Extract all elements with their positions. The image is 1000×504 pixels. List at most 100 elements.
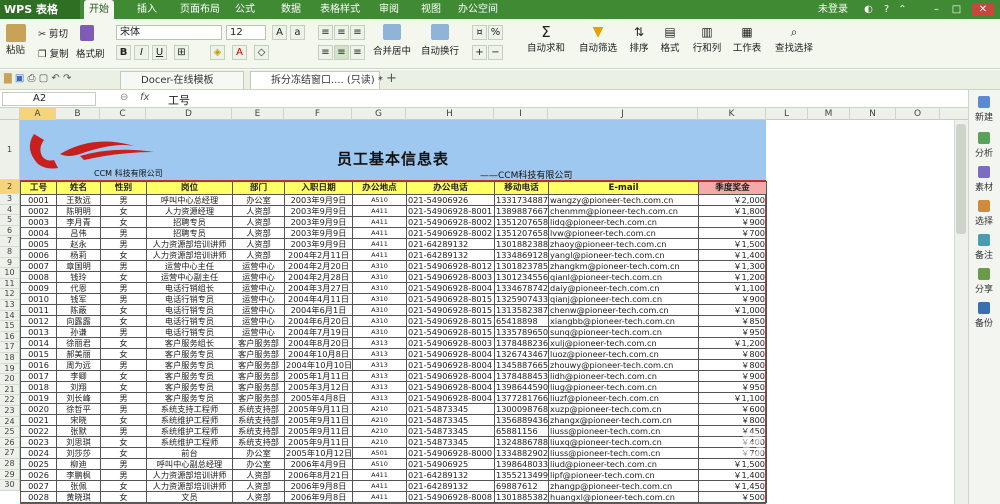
table-cell[interactable]: 徐哲平 (56, 403, 101, 415)
bold-icon[interactable]: B (116, 45, 131, 60)
table-cell[interactable]: 男 (100, 403, 147, 415)
table-cell[interactable]: xiangbb@pioneer-tech.com.cn (548, 315, 699, 327)
table-cell[interactable]: 运营中心 (232, 326, 285, 338)
table-cell[interactable]: 女 (100, 491, 147, 503)
table-cell[interactable]: 刘莎莎 (56, 447, 101, 459)
table-cell[interactable]: 13568894365 (494, 414, 549, 426)
table-cell[interactable]: 黄晓琪 (56, 491, 101, 503)
table-cell[interactable]: 021-54906925 (406, 458, 495, 470)
row-header-12[interactable]: 12 (0, 289, 20, 300)
table-cell[interactable]: 021-54906928-8000 (406, 447, 495, 459)
undo-icon[interactable]: ↶ (51, 73, 59, 84)
align-right-icon[interactable]: ≡ (350, 45, 365, 60)
table-cell[interactable]: 13986480332 (494, 458, 549, 470)
table-cell[interactable]: ￥950 (698, 326, 767, 338)
column-header-C[interactable]: C (100, 108, 146, 120)
table-cell[interactable]: 0017 (20, 370, 57, 382)
table-cell[interactable]: 系统维护工程师 (146, 414, 233, 426)
rows-columns-button[interactable]: ▥ 行和列 (690, 24, 724, 54)
table-cell[interactable]: ￥900 (698, 216, 767, 228)
table-cell[interactable]: A501 (352, 447, 407, 459)
table-cell[interactable]: 0019 (20, 392, 57, 404)
table-cell[interactable]: 运营中心 (232, 282, 285, 294)
table-cell[interactable]: A310 (352, 282, 407, 294)
table-cell[interactable]: 0011 (20, 304, 57, 316)
table-cell[interactable]: 文员 (146, 491, 233, 503)
table-cell[interactable]: 电话行销组长 (146, 282, 233, 294)
table-cell[interactable]: 系统支持部 (232, 403, 285, 415)
font-family-select[interactable]: 宋体 (116, 25, 222, 40)
table-cell[interactable]: 0021 (20, 414, 57, 426)
table-cell[interactable]: 钱玲 (56, 271, 101, 283)
table-cell[interactable]: 0025 (20, 458, 57, 470)
table-cell[interactable]: 021-64289132 (406, 238, 495, 250)
table-cell[interactable]: A310 (352, 260, 407, 272)
table-cell[interactable]: 人资部 (232, 205, 285, 217)
menu-tab-6[interactable]: 审阅 (374, 0, 404, 19)
table-cell[interactable]: 13259074338 (494, 293, 549, 305)
table-cell[interactable]: ￥1,450 (698, 480, 767, 492)
table-cell[interactable]: A210 (352, 425, 407, 437)
redo-icon[interactable]: ↷ (63, 73, 71, 84)
font-color-icon[interactable]: A (232, 45, 247, 60)
table-cell[interactable]: ￥600 (698, 403, 767, 415)
wps-app-menu-button[interactable]: WPS 表格 (0, 0, 80, 19)
table-cell[interactable]: 021-54906928-8008 (406, 491, 495, 503)
table-cell[interactable]: 13012345568 (494, 271, 549, 283)
column-title-3[interactable]: 岗位 (146, 181, 233, 195)
table-cell[interactable]: 13784882366 (494, 337, 549, 349)
table-cell[interactable]: 李卿 (56, 370, 101, 382)
table-cell[interactable]: 呼叫中心副总经理 (146, 458, 233, 470)
table-cell[interactable]: ￥800 (698, 359, 767, 371)
border-icon[interactable]: ⊞ (174, 45, 189, 60)
column-header-O[interactable]: O (896, 108, 940, 120)
table-cell[interactable]: 女 (100, 216, 147, 228)
menu-tab-7[interactable]: 视图 (416, 0, 446, 19)
preview-icon[interactable]: ▢ (39, 73, 48, 84)
table-cell[interactable]: 2005年9月11日 (284, 414, 353, 426)
table-cell[interactable]: A210 (352, 403, 407, 415)
sidebar-item-3[interactable]: 选择 (970, 200, 998, 227)
table-cell[interactable]: 系统支持部 (232, 436, 285, 448)
name-box[interactable]: A2 (2, 92, 96, 106)
table-cell[interactable]: zhaoy@pioneer-tech.com.cn (548, 238, 699, 250)
table-cell[interactable]: 2006年8月21日 (284, 469, 353, 481)
table-cell[interactable]: 0026 (20, 469, 57, 481)
table-cell[interactable]: ￥1,200 (698, 337, 767, 349)
table-cell[interactable]: 021-54906928-8004 (406, 359, 495, 371)
table-cell[interactable]: 女 (100, 447, 147, 459)
table-cell[interactable]: daiy@pioneer-tech.com.cn (548, 282, 699, 294)
table-cell[interactable]: 13898876678 (494, 205, 549, 217)
column-title-9[interactable]: E-mail (548, 181, 699, 195)
column-header-A[interactable]: A (20, 108, 56, 120)
table-cell[interactable]: 客户服务部 (232, 348, 285, 360)
table-cell[interactable]: 向露露 (56, 315, 101, 327)
table-cell[interactable]: ￥700 (698, 227, 767, 239)
table-cell[interactable]: A313 (352, 381, 407, 393)
table-cell[interactable]: ￥1,500 (698, 238, 767, 250)
percent-icon[interactable]: % (488, 25, 503, 40)
table-cell[interactable]: 021-54906928-8002 (406, 216, 495, 228)
table-cell[interactable]: 2004年7月19日 (284, 326, 353, 338)
table-cell[interactable]: A313 (352, 337, 407, 349)
print-icon[interactable]: ⎙ (28, 73, 36, 84)
table-cell[interactable]: 021-54906928-8004 (406, 348, 495, 360)
zoom-icon[interactable]: ⊖ (120, 92, 128, 103)
table-cell[interactable]: 2006年9月8日 (284, 480, 353, 492)
table-cell[interactable]: 代恩 (56, 282, 101, 294)
autofilter-button[interactable]: ▼ 自动筛选 (576, 24, 620, 54)
table-cell[interactable]: 女 (100, 315, 147, 327)
table-cell[interactable]: 女 (100, 381, 147, 393)
menu-tab-2[interactable]: 页面布局 (178, 0, 222, 19)
table-cell[interactable]: 客户服务部 (232, 359, 285, 371)
table-cell[interactable]: 2005年4月8日 (284, 392, 353, 404)
column-title-5[interactable]: 入职日期 (284, 181, 353, 195)
skin-icon[interactable]: ◐ (862, 3, 875, 16)
table-cell[interactable]: A210 (352, 414, 407, 426)
table-cell[interactable]: 客户服务专员 (146, 370, 233, 382)
table-cell[interactable]: xuzp@pioneer-tech.com.cn (548, 403, 699, 415)
table-cell[interactable]: liuxq@pioneer-tech.com.cn (548, 436, 699, 448)
tab-docer-templates[interactable]: Docer-在线模板 (120, 71, 244, 89)
table-cell[interactable]: 办公室 (232, 194, 285, 206)
table-cell[interactable]: A313 (352, 370, 407, 382)
